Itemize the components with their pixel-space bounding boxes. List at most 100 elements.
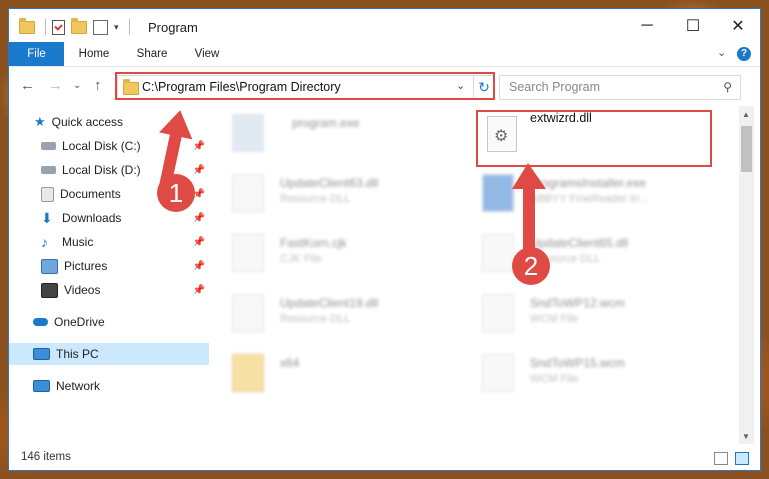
file-item[interactable]: x64	[212, 346, 452, 398]
scroll-up-icon[interactable]: ▲	[742, 110, 750, 119]
pin-icon: 📌	[192, 140, 205, 152]
close-button[interactable]: ✕	[715, 9, 760, 42]
sidebar-item-videos[interactable]: Videos 📌	[9, 279, 209, 301]
sidebar-item-label: Local Disk (D:)	[62, 163, 141, 177]
file-type: ABBYY FineReader tri...	[530, 193, 649, 205]
installer-file-icon	[482, 174, 514, 212]
sidebar-item-label: This PC	[56, 347, 99, 361]
dll-file-icon	[232, 174, 264, 212]
quick-access-toolbar: ▾	[19, 17, 130, 35]
cloud-icon	[33, 318, 48, 326]
dll-file-icon	[232, 294, 264, 332]
sidebar-item-label: Downloads	[62, 211, 122, 225]
back-button[interactable]: ←	[20, 77, 35, 94]
file-name: x64	[280, 356, 300, 370]
file-item[interactable]: ProgramsInstaller.exe ABBYY FineReader t…	[462, 166, 702, 218]
file-highlight-box	[476, 110, 712, 167]
file-name: SndToWP15.wcm	[530, 356, 625, 370]
drive-icon	[41, 142, 56, 150]
file-name: UpdateClient65.dll	[530, 236, 629, 250]
scroll-thumb[interactable]	[741, 126, 752, 172]
file-item[interactable]: SndToWP15.wcm WCM File	[462, 346, 702, 398]
new-folder-icon[interactable]	[71, 17, 87, 34]
file-name: ProgramsInstaller.exe	[530, 176, 647, 190]
ribbon-tabs: File Home Share View ⌄ ?	[9, 42, 760, 94]
documents-icon	[41, 186, 54, 202]
pin-icon: 📌	[192, 284, 205, 296]
videos-icon	[41, 282, 58, 298]
title-bar: ▾ Program ─ ☐ ✕	[9, 9, 760, 42]
folder-icon	[232, 354, 264, 392]
file-type: Resource DLL	[280, 193, 351, 205]
sidebar-item-pictures[interactable]: Pictures 📌	[9, 255, 209, 277]
properties-check-icon[interactable]	[52, 19, 65, 35]
sidebar-item-network[interactable]: Network	[9, 375, 209, 397]
file-type: CJK File	[280, 253, 322, 265]
sidebar-item-this-pc[interactable]: This PC	[9, 343, 209, 365]
music-icon: ♪	[41, 234, 48, 250]
sidebar-item-label: Quick access	[51, 115, 124, 129]
file-name: UpdateClient63.dll	[280, 176, 379, 190]
separator	[128, 19, 130, 35]
help-icon[interactable]: ?	[737, 47, 751, 61]
sidebar-item-label: Music	[62, 235, 94, 249]
item-count: 146 items	[21, 451, 71, 463]
search-placeholder[interactable]: Search Program	[509, 80, 600, 94]
window-title: Program	[148, 20, 198, 35]
dll-file-icon	[482, 234, 514, 272]
wcm-file-icon	[482, 354, 514, 392]
customize-toolbar-icon[interactable]	[93, 19, 108, 35]
pictures-icon	[41, 258, 58, 274]
details-view-icon[interactable]	[714, 452, 728, 465]
file-item[interactable]: UpdateClient19.dll Resource DLL	[212, 286, 452, 338]
downloads-icon: ⬇	[41, 209, 53, 226]
expand-ribbon-icon[interactable]: ⌄	[717, 46, 726, 59]
pc-icon	[33, 348, 50, 360]
recent-locations-icon[interactable]: ⌄	[73, 80, 81, 91]
large-icons-view-icon[interactable]	[735, 452, 749, 465]
file-type: Resource DLL	[280, 313, 351, 325]
star-icon: ★	[34, 114, 46, 129]
search-box[interactable]: Search Program ⚲	[499, 75, 741, 100]
file-item[interactable]: UpdateClient65.dll Resource DLL	[462, 226, 702, 278]
tab-home[interactable]: Home	[69, 42, 119, 66]
folder-icon	[19, 17, 35, 34]
network-icon	[33, 380, 50, 392]
status-bar: 146 items	[9, 444, 760, 470]
sidebar-item-label: Documents	[60, 187, 121, 201]
scroll-down-icon[interactable]: ▼	[742, 432, 750, 441]
sidebar-item-label: Network	[56, 379, 101, 393]
tab-view[interactable]: View	[184, 42, 230, 66]
pin-icon: 📌	[192, 164, 205, 176]
sidebar-item-quick-access[interactable]: ★ Quick access	[9, 111, 209, 133]
search-icon[interactable]: ⚲	[723, 80, 732, 94]
cjk-file-icon	[232, 234, 264, 272]
vertical-scrollbar[interactable]: ▲ ▼	[739, 106, 754, 444]
maximize-button[interactable]: ☐	[670, 9, 716, 42]
wcm-file-icon	[482, 294, 514, 332]
file-item[interactable]: SndToWP12.wcm WCM File	[462, 286, 702, 338]
sidebar-item-label: Local Disk (C:)	[62, 139, 141, 153]
drive-icon	[41, 166, 56, 174]
sidebar-item-local-disk-c[interactable]: Local Disk (C:) 📌	[9, 135, 209, 157]
up-button[interactable]: ↑	[94, 77, 102, 94]
forward-button[interactable]: →	[48, 77, 63, 94]
file-name: FastKorn.cjk	[280, 236, 347, 250]
step-1-badge: 1	[157, 174, 195, 212]
file-type: WCM File	[530, 373, 579, 385]
qat-dropdown-icon[interactable]: ▾	[114, 22, 119, 33]
navigation-pane: ★ Quick access Local Disk (C:) 📌 Local D…	[9, 106, 209, 444]
minimize-button[interactable]: ─	[624, 9, 670, 42]
exe-file-icon	[232, 114, 264, 152]
file-item[interactable]: program.exe	[212, 106, 452, 158]
file-name: SndToWP12.wcm	[530, 296, 625, 310]
sidebar-item-onedrive[interactable]: OneDrive	[9, 311, 209, 333]
file-item[interactable]: UpdateClient63.dll Resource DLL	[212, 166, 452, 218]
pin-icon: 📌	[192, 236, 205, 248]
tab-share[interactable]: Share	[127, 42, 177, 66]
sidebar-item-music[interactable]: ♪ Music 📌	[9, 231, 209, 253]
file-item[interactable]: FastKorn.cjk CJK File	[212, 226, 452, 278]
file-name: program.exe	[292, 116, 360, 130]
address-highlight-box	[115, 72, 495, 100]
sidebar-item-label: OneDrive	[54, 315, 105, 329]
